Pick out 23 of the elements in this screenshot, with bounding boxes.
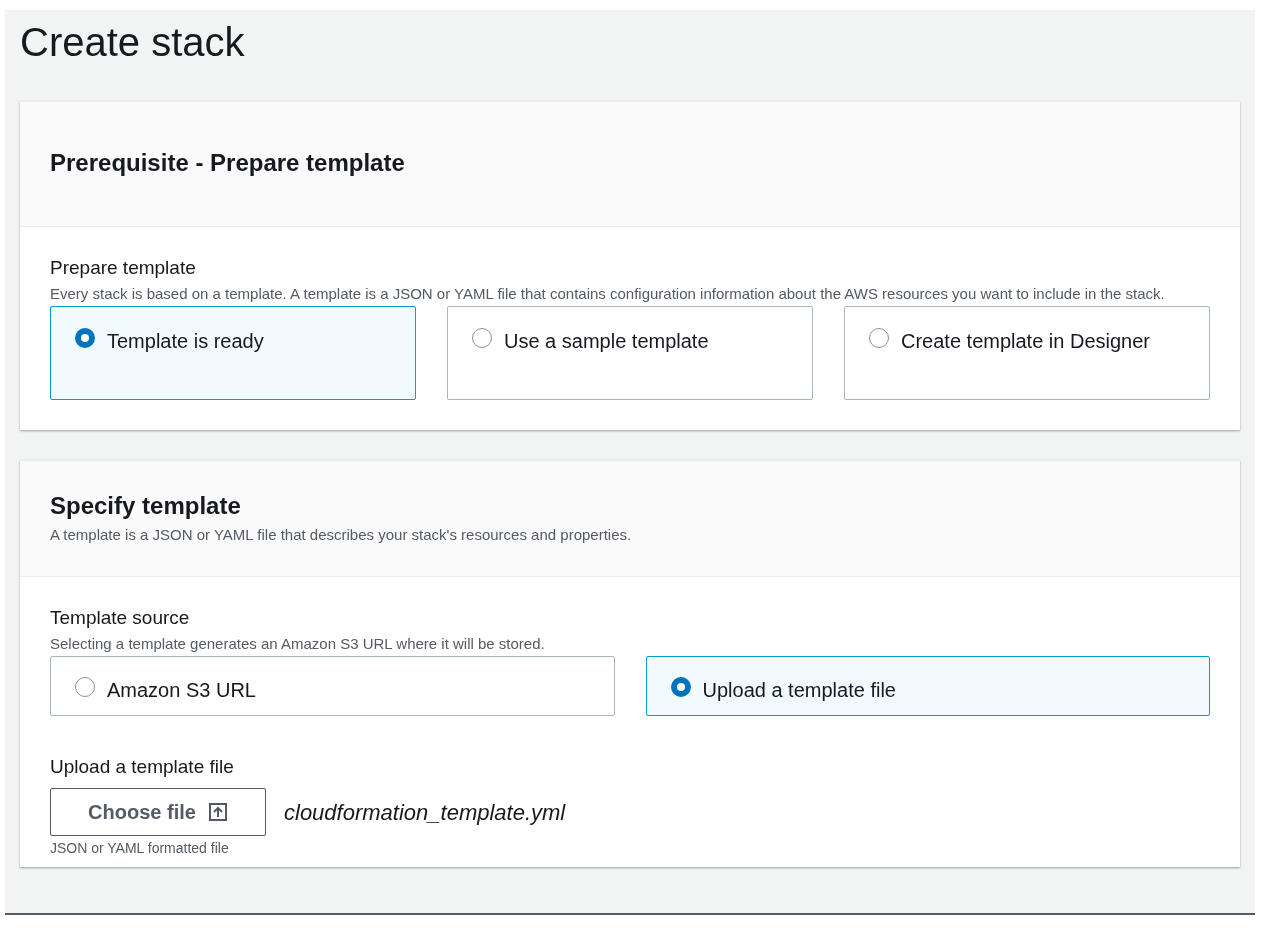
field-label: Upload a template file [50,755,235,779]
radio-button[interactable] [869,328,889,348]
radio-button[interactable] [472,328,492,348]
field-description: Selecting a template generates an Amazon S3 URL where it will be stored. [50,634,546,654]
radio-tile[interactable]: Use a sample template [447,306,813,400]
section-title: Prerequisite - Prepare template [50,148,406,178]
radio-tile[interactable]: Template is ready [50,306,416,400]
field-label: Prepare template [50,256,197,280]
field-hint: JSON or YAML formatted file [50,839,230,857]
file-name: cloudformation_template.yml [284,798,566,827]
section-description: A template is a JSON or YAML file that describes your stack's resources and properties. [50,525,633,545]
radio-button[interactable] [75,328,95,348]
page-title: Create stack [20,19,246,66]
radio-tile[interactable]: Upload a template file [645,656,1210,716]
radio-button[interactable] [75,677,95,697]
upload-icon [207,802,228,822]
radio-tile[interactable]: Create template in Designer [844,306,1210,400]
section-title: Specify template [50,491,242,521]
choose-file-button[interactable]: Choose file [50,788,266,836]
radio-button[interactable] [670,677,691,697]
field-description: Every stack is based on a template. A template is a JSON or YAML file that contains configuration information about the AWS resources you want to include in the stack. [50,284,1166,304]
field-label: Template source [50,606,191,630]
radio-tile[interactable]: Amazon S3 URL [50,656,615,716]
